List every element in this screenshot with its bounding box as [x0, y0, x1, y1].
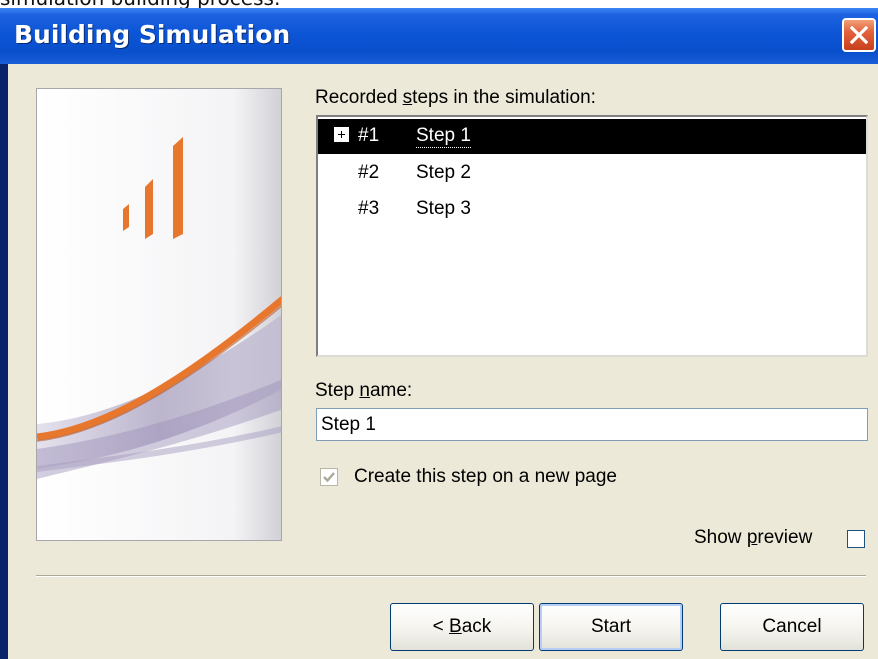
step-name: Step 1 [416, 125, 471, 148]
recorded-steps-list[interactable]: #1 Step 1 #2 Step 2 #3 Step 3 [316, 115, 868, 357]
expand-plus-icon[interactable] [334, 127, 349, 142]
step-name-input[interactable]: Step 1 [316, 408, 868, 441]
wizard-graphic [36, 88, 282, 541]
step-number: #3 [358, 198, 380, 219]
wizard-illustration [37, 89, 281, 540]
step-name: Step 2 [416, 162, 471, 183]
list-item-step-1[interactable]: #1 Step 1 [318, 119, 866, 154]
close-button[interactable] [842, 18, 876, 52]
step-name: Step 3 [416, 198, 471, 219]
new-page-checkbox-label[interactable]: Create this step on a new page [354, 466, 617, 488]
list-item-step-2[interactable]: #2 Step 2 [318, 156, 866, 191]
new-page-checkbox[interactable] [320, 468, 338, 486]
building-simulation-dialog: Building Simulation Recorded steps in th… [0, 8, 878, 659]
step-name-label: Step name: [315, 380, 413, 401]
close-icon [850, 26, 868, 44]
step-number: #2 [358, 162, 380, 183]
dialog-body: Recorded steps in the simulation: #1 Ste… [8, 64, 878, 659]
back-button[interactable]: < Back [390, 603, 534, 651]
steps-list-label: Recorded steps in the simulation: [315, 87, 596, 108]
start-button[interactable]: Start [539, 603, 683, 651]
list-item-step-3[interactable]: #3 Step 3 [318, 192, 866, 227]
checkmark-icon [323, 472, 335, 483]
divider [36, 575, 866, 577]
cancel-button[interactable]: Cancel [720, 603, 864, 651]
page-caption: simulation building process: [0, 0, 878, 8]
step-number: #1 [358, 125, 380, 146]
dialog-title: Building Simulation [14, 20, 291, 49]
show-preview-checkbox[interactable] [847, 530, 865, 548]
title-bar[interactable]: Building Simulation [0, 8, 878, 64]
show-preview-label[interactable]: Show preview [694, 527, 812, 549]
